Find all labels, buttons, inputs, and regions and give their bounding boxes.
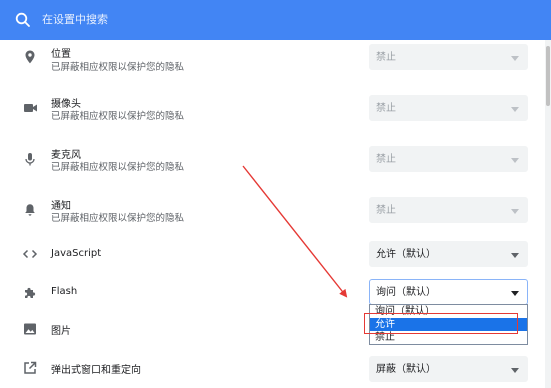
camera-icon xyxy=(24,104,37,112)
chevron-down-icon xyxy=(511,253,519,258)
setting-title: 位置 xyxy=(51,49,71,60)
chevron-down-icon xyxy=(511,209,519,214)
popup-icon xyxy=(24,361,37,374)
setting-title: 弹出式窗口和重定向 xyxy=(51,365,141,376)
location-permission-select: 禁止 xyxy=(369,44,528,70)
setting-row-notifications: 通知 已屏蔽相应权限以保护您的隐私 禁止 xyxy=(0,194,545,244)
chevron-down-icon xyxy=(511,56,519,61)
scrollbar-thumb[interactable] xyxy=(546,46,550,106)
setting-title: JavaScript xyxy=(51,248,102,259)
puzzle-icon xyxy=(25,287,36,298)
flash-permission-select[interactable]: 询问（默认） xyxy=(369,279,528,305)
camera-permission-select: 禁止 xyxy=(369,95,528,121)
setting-description: 已屏蔽相应权限以保护您的隐私 xyxy=(51,111,185,122)
search-placeholder: 在设置中搜索 xyxy=(42,13,108,26)
popups-permission-select[interactable]: 屏蔽（默认） xyxy=(369,356,528,382)
image-icon xyxy=(24,323,36,335)
setting-title: Flash xyxy=(51,286,78,297)
select-value: 禁止 xyxy=(376,103,396,114)
setting-description: 已屏蔽相应权限以保护您的隐私 xyxy=(51,213,185,224)
search-icon xyxy=(15,12,30,27)
setting-row-location: 位置 已屏蔽相应权限以保护您的隐私 禁止 xyxy=(0,40,545,90)
chevron-down-icon xyxy=(511,107,519,112)
microphone-permission-select: 禁止 xyxy=(369,146,528,172)
annotation-highlight-box xyxy=(364,313,518,334)
setting-description: 已屏蔽相应权限以保护您的隐私 xyxy=(51,162,185,173)
chevron-down-icon xyxy=(511,158,519,163)
javascript-permission-select[interactable]: 允许（默认） xyxy=(369,241,528,267)
setting-description: 已屏蔽相应权限以保护您的隐私 xyxy=(51,62,185,73)
setting-row-camera: 摄像头 已屏蔽相应权限以保护您的隐私 禁止 xyxy=(0,92,545,142)
code-icon xyxy=(22,249,38,259)
chevron-down-icon xyxy=(511,291,519,296)
microphone-icon xyxy=(25,153,35,166)
select-value: 禁止 xyxy=(376,52,396,63)
notifications-permission-select: 禁止 xyxy=(369,197,528,223)
select-value: 禁止 xyxy=(376,205,396,216)
search-bar[interactable]: 在设置中搜索 xyxy=(0,0,551,40)
setting-row-microphone: 麦克风 已屏蔽相应权限以保护您的隐私 禁止 xyxy=(0,143,545,193)
location-pin-icon xyxy=(25,50,35,64)
setting-title: 图片 xyxy=(51,326,71,337)
select-value: 允许（默认） xyxy=(376,249,436,260)
chevron-down-icon xyxy=(511,368,519,373)
setting-row-popups: 弹出式窗口和重定向 屏蔽（默认） xyxy=(0,356,545,388)
bell-icon xyxy=(25,204,35,216)
select-value: 屏蔽（默认） xyxy=(376,364,436,375)
select-value: 禁止 xyxy=(376,154,396,165)
select-value: 询问（默认） xyxy=(376,287,436,298)
scrollbar[interactable] xyxy=(545,40,551,388)
